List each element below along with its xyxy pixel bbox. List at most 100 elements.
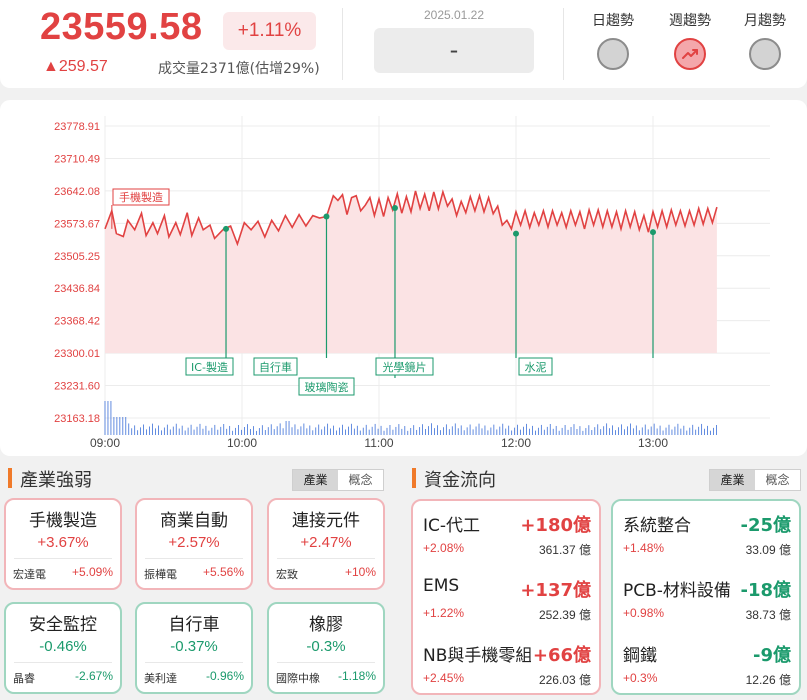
flow-industry-name: 鋼鐵 (623, 646, 657, 666)
y-tick-label: 23231.60 (54, 381, 100, 393)
annotation-label: 手機製造 (119, 190, 163, 204)
flow-row[interactable]: EMS +137億 +1.22% 252.39 億 (413, 572, 599, 632)
flow-volume: 226.03 億 (538, 673, 591, 687)
flow-amount: +180億 (518, 511, 591, 537)
x-tick-label: 11:00 (364, 436, 393, 450)
y-tick-label: 23573.67 (54, 218, 100, 230)
y-tick-label: 23368.42 (54, 316, 100, 328)
lead-stock-change: -0.96% (205, 669, 244, 683)
index-change: ▲259.57 (43, 58, 108, 75)
flow-amount: -18億 (738, 576, 791, 602)
industry-name: 連接元件 (292, 511, 360, 531)
y-tick-label: 23505.25 (54, 251, 100, 263)
flow-volume: 12.26 億 (745, 673, 791, 687)
date-label: 2025.01.22 (423, 8, 485, 22)
industry-change: +2.47% (300, 534, 352, 551)
x-tick-label: 13:00 (638, 436, 668, 450)
flow-amount: -9億 (751, 641, 791, 667)
flow-change: +0.3% (623, 671, 658, 685)
flow-amount: +66億 (530, 641, 591, 667)
trend-week-indicator (674, 38, 706, 70)
trend-week[interactable]: 週趨勢 (655, 10, 725, 70)
lead-stock-change: -2.67% (74, 669, 113, 683)
trend-month[interactable]: 月趨勢 (730, 10, 800, 70)
flow-industry-name: IC-代工 (423, 516, 481, 536)
industry-card[interactable]: 商業自動 +2.57% 振樺電 +5.56% (135, 498, 253, 590)
flow-industry-name: 系統整合 (623, 516, 691, 536)
lead-stock-change: +5.56% (202, 565, 244, 579)
index-price: 23559.58 (40, 6, 203, 48)
lead-stock-name: 晶睿 (13, 672, 35, 685)
flow-row[interactable]: 鋼鐵 -9億 +0.3% 12.26 億 (613, 637, 799, 693)
flow-row[interactable]: 系統整合 -25億 +1.48% 33.09 億 (613, 507, 799, 567)
flow-change: +2.08% (423, 541, 465, 555)
flow-change: +2.45% (423, 671, 465, 685)
flow-amount: -25億 (738, 511, 791, 537)
tab-industry[interactable]: 產業 (293, 470, 338, 490)
divider (145, 662, 243, 663)
trend-week-label: 週趨勢 (669, 13, 711, 29)
index-change-pct-badge: +1.11% (223, 12, 316, 50)
intraday-chart[interactable]: 23778.91 23710.49 23642.08 23573.67 23505.25… (0, 100, 807, 456)
flow-change: +1.22% (423, 606, 465, 620)
section-accent (8, 468, 12, 488)
industry-name: 手機製造 (29, 511, 97, 531)
trend-month-indicator (749, 38, 781, 70)
divider (277, 662, 375, 663)
annotation-label: 水泥 (525, 361, 547, 374)
y-tick-label: 23300.01 (54, 348, 100, 360)
annotation-label: 玻璃陶瓷 (305, 380, 349, 394)
annotation-label: IC-製造 (191, 360, 228, 374)
industry-card[interactable]: 手機製造 +3.67% 宏達電 +5.09% (4, 498, 122, 590)
y-tick-label: 23436.84 (54, 283, 100, 295)
industry-name: 安全監控 (29, 615, 97, 635)
flow-row[interactable]: NB與手機零組件 +66億 +2.45% 226.03 億 (413, 637, 599, 693)
lead-stock-name: 宏致 (276, 568, 298, 581)
trend-month-label: 月趨勢 (744, 13, 786, 29)
fund-outflow-card: 系統整合 -25億 +1.48% 33.09 億 PCB-材料設備 -18億 +0.98% 3… (611, 499, 801, 695)
industry-change: -0.37% (170, 638, 218, 655)
lead-stock-name: 振樺電 (144, 568, 177, 581)
flow-tabs: 產業 概念 (709, 469, 801, 491)
industry-card[interactable]: 自行車 -0.37% 美利達 -0.96% (135, 602, 253, 694)
y-tick-label: 23710.49 (54, 153, 100, 165)
intraday-chart-card: 23778.91 23710.49 23642.08 23573.67 23505.25… (0, 100, 807, 456)
trend-day-indicator (597, 38, 629, 70)
fund-inflow-card: IC-代工 +180億 +2.08% 361.37 億 EMS +137億 +1.22% 25… (411, 499, 601, 695)
divider (14, 558, 112, 559)
divider (145, 558, 243, 559)
industry-card[interactable]: 連接元件 +2.47% 宏致 +10% (267, 498, 385, 590)
annotation-label: 自行車 (259, 360, 292, 374)
divider (277, 558, 375, 559)
lead-stock-name: 宏達電 (13, 568, 46, 581)
divider (14, 662, 112, 663)
tab-concept[interactable]: 概念 (338, 470, 383, 490)
section-accent (412, 468, 416, 488)
lead-stock-name: 國際中橡 (276, 672, 320, 685)
tab-industry[interactable]: 產業 (710, 470, 755, 490)
flow-row[interactable]: PCB-材料設備 -18億 +0.98% 38.73 億 (613, 572, 799, 632)
flow-volume: 361.37 億 (538, 543, 591, 557)
y-tick-label: 23163.18 (54, 413, 100, 425)
trade-volume: 成交量2371億(估增29%) (158, 61, 320, 77)
x-tick-label: 10:00 (227, 436, 257, 450)
tab-concept[interactable]: 概念 (755, 470, 800, 490)
industry-name: 商業自動 (160, 511, 228, 531)
trend-day[interactable]: 日趨勢 (578, 10, 648, 70)
annotation-dot (223, 225, 230, 232)
industry-card[interactable]: 橡膠 -0.3% 國際中橡 -1.18% (267, 602, 385, 694)
industry-change: -0.46% (39, 638, 87, 655)
trend-day-label: 日趨勢 (592, 13, 634, 29)
annotation-dot (650, 229, 656, 236)
flow-change: +0.98% (623, 606, 665, 620)
annotation-dot (513, 230, 519, 237)
date-value[interactable]: - (374, 28, 534, 73)
annotation-label: 光學鏡片 (383, 360, 427, 374)
divider (563, 8, 564, 80)
industry-card[interactable]: 安全監控 -0.46% 晶睿 -2.67% (4, 602, 122, 694)
industry-strength-title: 產業強弱 (20, 470, 92, 491)
trending-up-icon (682, 49, 698, 59)
lead-stock-change: -1.18% (337, 669, 376, 683)
x-tick-label: 12:00 (501, 436, 531, 450)
flow-row[interactable]: IC-代工 +180億 +2.08% 361.37 億 (413, 507, 599, 567)
